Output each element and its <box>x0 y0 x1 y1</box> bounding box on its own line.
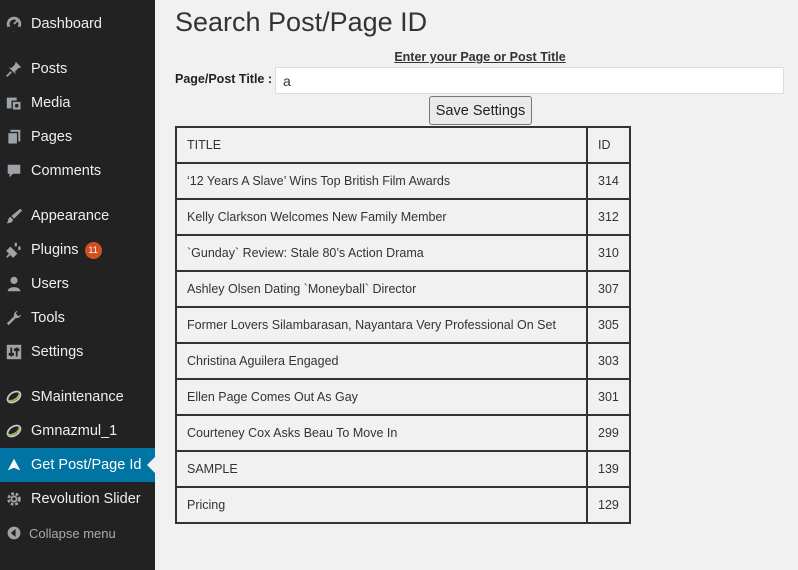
sidebar-item-label: Plugins <box>31 242 79 258</box>
post-title-cell: Ashley Olsen Dating `Moneyball` Director <box>175 270 588 308</box>
sidebar-item-tools[interactable]: Tools <box>0 301 155 335</box>
table-row: Pricing 129 <box>175 486 631 524</box>
pages-icon <box>4 127 24 147</box>
post-title-cell: SAMPLE <box>175 450 588 488</box>
sidebar-item-label: Settings <box>31 344 84 360</box>
admin-sidebar: Dashboard Posts Media Pages Comments App… <box>0 0 155 570</box>
sidebar-item-comments[interactable]: Comments <box>0 154 155 188</box>
sidebar-item-label: Users <box>31 276 69 292</box>
post-id-cell: 305 <box>586 306 631 344</box>
post-id-cell: 307 <box>586 270 631 308</box>
post-title-cell: Christina Aguilera Engaged <box>175 342 588 380</box>
post-title-cell: `Gunday` Review: Stale 80’s Action Drama <box>175 234 588 272</box>
post-id-cell: 299 <box>586 414 631 452</box>
ring-icon <box>4 387 24 407</box>
sidebar-item-label: Tools <box>31 310 65 326</box>
table-row: ‘12 Years A Slave’ Wins Top British Film… <box>175 162 631 200</box>
post-id-cell: 301 <box>586 378 631 416</box>
sidebar-item-get-post-page-id[interactable]: Get Post/Page Id <box>0 448 155 482</box>
id-column-header: ID <box>586 126 631 164</box>
table-row: Ashley Olsen Dating `Moneyball` Director… <box>175 270 631 308</box>
sidebar-item-label: Dashboard <box>31 16 102 32</box>
post-title-cell: Former Lovers Silambarasan, Nayantara Ve… <box>175 306 588 344</box>
instructions-text: Enter your Page or Post Title <box>394 50 566 64</box>
save-settings-button[interactable]: Save Settings <box>429 96 532 125</box>
title-column-header: TITLE <box>175 126 588 164</box>
post-id-cell: 303 <box>586 342 631 380</box>
sidebar-item-label: Gmnazmul_1 <box>31 423 118 439</box>
post-title-cell: Kelly Clarkson Welcomes New Family Membe… <box>175 198 588 236</box>
dashboard-icon <box>4 14 24 34</box>
post-id-cell: 312 <box>586 198 631 236</box>
user-icon <box>4 274 24 294</box>
table-row: `Gunday` Review: Stale 80’s Action Drama… <box>175 234 631 272</box>
table-row: Christina Aguilera Engaged 303 <box>175 342 631 380</box>
comment-icon <box>4 161 24 181</box>
sidebar-item-revolution-slider[interactable]: Revolution Slider <box>0 482 155 516</box>
gear-icon <box>4 489 24 509</box>
settings-icon <box>4 342 24 362</box>
wrench-icon <box>4 308 24 328</box>
post-id-cell: 310 <box>586 234 631 272</box>
page-post-title-label: Page/Post Title : <box>175 72 273 86</box>
table-row: Ellen Page Comes Out As Gay 301 <box>175 378 631 416</box>
page-title: Search Post/Page ID <box>175 7 428 37</box>
sidebar-item-label: Appearance <box>31 208 110 224</box>
sidebar-item-posts[interactable]: Posts <box>0 52 155 86</box>
table-row: Kelly Clarkson Welcomes New Family Membe… <box>175 198 631 236</box>
post-title-cell: ‘12 Years A Slave’ Wins Top British Film… <box>175 162 588 200</box>
sidebar-item-appearance[interactable]: Appearance <box>0 199 155 233</box>
plugin-icon <box>4 240 24 260</box>
table-row: Courteney Cox Asks Beau To Move In 299 <box>175 414 631 452</box>
page-post-title-input[interactable] <box>275 67 784 94</box>
plugin-update-badge: 11 <box>84 241 102 259</box>
sidebar-item-gmnazmul[interactable]: Gmnazmul_1 <box>0 414 155 448</box>
sidebar-item-smaintenance[interactable]: SMaintenance <box>0 380 155 414</box>
sidebar-item-label: Posts <box>31 61 68 77</box>
sidebar-item-label: Comments <box>31 163 102 179</box>
collapse-arrow-icon <box>4 523 24 543</box>
sidebar-item-dashboard[interactable]: Dashboard <box>0 7 155 41</box>
sidebar-item-label: Get Post/Page Id <box>31 457 142 473</box>
paintbrush-icon <box>4 206 24 226</box>
collapse-menu-button[interactable]: Collapse menu <box>0 519 155 547</box>
post-id-cell: 129 <box>586 486 631 524</box>
post-id-cell: 139 <box>586 450 631 488</box>
sidebar-item-media[interactable]: Media <box>0 86 155 120</box>
sidebar-item-pages[interactable]: Pages <box>0 120 155 154</box>
results-table: TITLE ID ‘12 Years A Slave’ Wins Top Bri… <box>175 126 631 524</box>
sidebar-item-label: Revolution Slider <box>31 491 141 507</box>
post-title-cell: Ellen Page Comes Out As Gay <box>175 378 588 416</box>
sidebar-item-label: SMaintenance <box>31 389 124 405</box>
sidebar-item-label: Media <box>31 95 71 111</box>
sidebar-item-settings[interactable]: Settings <box>0 335 155 369</box>
sidebar-item-plugins[interactable]: Plugins 11 <box>0 233 155 267</box>
sidebar-item-label: Pages <box>31 129 73 145</box>
pushpin-icon <box>4 59 24 79</box>
media-icon <box>4 93 24 113</box>
triangle-icon <box>4 455 24 475</box>
collapse-menu-label: Collapse menu <box>29 525 116 541</box>
post-title-cell: Pricing <box>175 486 588 524</box>
sidebar-item-users[interactable]: Users <box>0 267 155 301</box>
ring-icon <box>4 421 24 441</box>
table-row: SAMPLE 139 <box>175 450 631 488</box>
post-title-cell: Courteney Cox Asks Beau To Move In <box>175 414 588 452</box>
table-row: Former Lovers Silambarasan, Nayantara Ve… <box>175 306 631 344</box>
post-id-cell: 314 <box>586 162 631 200</box>
table-header-row: TITLE ID <box>175 126 631 164</box>
